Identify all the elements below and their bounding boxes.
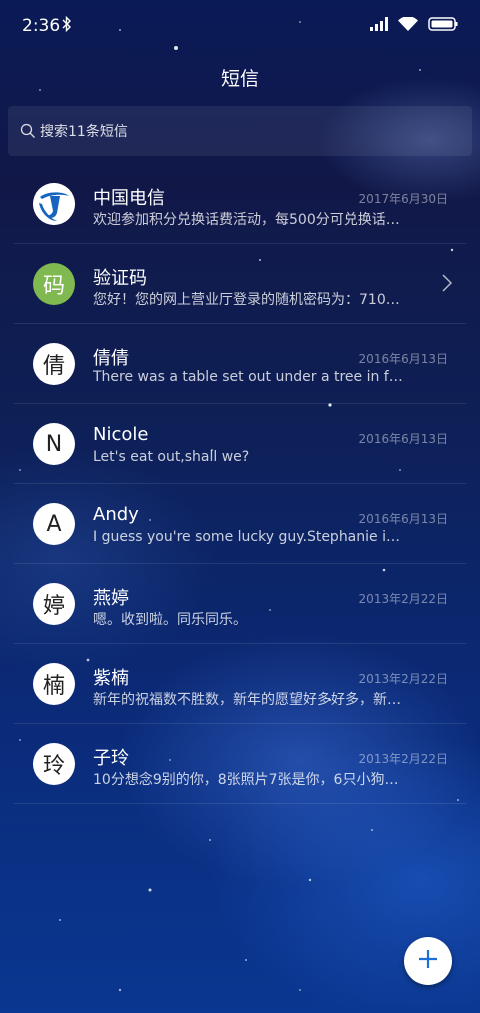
message-preview: 新年的祝福数不胜数，新年的愿望好多好多，新… bbox=[93, 692, 401, 708]
contact-name: 子玲 bbox=[93, 748, 129, 769]
conversation-item[interactable]: 玲 子玲 2013年2月22日 10分想念9别的你，8张照片7张是你，6只小狗5… bbox=[0, 724, 480, 804]
signal-icon bbox=[370, 16, 388, 35]
message-date: 2016年6月13日 bbox=[358, 352, 448, 366]
contact-name: 中国电信 bbox=[93, 188, 165, 209]
contact-name: 倩倩 bbox=[93, 348, 129, 369]
message-preview: Let's eat out,shall we? bbox=[93, 449, 250, 465]
conversation-item[interactable]: 楠 紫楠 2013年2月22日 新年的祝福数不胜数，新年的愿望好多好多，新… bbox=[0, 644, 480, 724]
contact-name: Nicole bbox=[93, 424, 149, 445]
message-date: 2016年6月13日 bbox=[358, 512, 448, 526]
battery-icon bbox=[428, 16, 458, 35]
avatar: 倩 bbox=[33, 343, 75, 385]
contact-name: 紫楠 bbox=[93, 668, 129, 689]
new-message-button[interactable] bbox=[404, 937, 452, 985]
message-preview: I guess you're some lucky guy.Stephanie … bbox=[93, 529, 403, 545]
status-bar: 2:36 bbox=[0, 0, 480, 52]
message-preview: 嗯。收到啦。同乐同乐。 bbox=[93, 612, 247, 628]
conversation-item[interactable]: A Andy 2016年6月13日 I guess you're some lu… bbox=[0, 484, 480, 564]
chevron-right-icon bbox=[442, 274, 453, 296]
conversation-item[interactable]: N Nicole 2016年6月13日 Let's eat out,shall … bbox=[0, 404, 480, 484]
avatar: A bbox=[33, 503, 75, 545]
contact-name: 燕婷 bbox=[93, 588, 129, 609]
status-time: 2:36 bbox=[22, 16, 61, 36]
avatar: 玲 bbox=[33, 743, 75, 785]
message-preview: 欢迎参加积分兑换话费活动，每500分可兑换话… bbox=[93, 212, 400, 228]
message-preview: There was a table set out under a tree i… bbox=[93, 369, 403, 385]
conversation-list: 中国电信 2017年6月30日 欢迎参加积分兑换话费活动，每500分可兑换话… … bbox=[0, 164, 480, 804]
contact-name: 验证码 bbox=[93, 268, 147, 289]
message-date: 2016年6月13日 bbox=[358, 432, 448, 446]
message-preview: 10分想念9别的你，8张照片7张是你，6只小狗5… bbox=[93, 772, 403, 788]
avatar: 婷 bbox=[33, 583, 75, 625]
search-bar[interactable]: 搜索11条短信 bbox=[8, 106, 472, 156]
message-date: 2013年2月22日 bbox=[358, 672, 448, 686]
message-preview: 您好！您的网上营业厅登录的随机密码为：7106… bbox=[93, 292, 403, 308]
contact-name: Andy bbox=[93, 504, 139, 525]
conversation-item[interactable]: 婷 燕婷 2013年2月22日 嗯。收到啦。同乐同乐。 bbox=[0, 564, 480, 644]
page-title: 短信 bbox=[220, 68, 259, 90]
china-telecom-logo-icon bbox=[33, 183, 75, 225]
wifi-icon bbox=[398, 16, 418, 35]
avatar: 码 bbox=[33, 263, 75, 305]
avatar: N bbox=[33, 423, 75, 465]
plus-icon bbox=[417, 948, 439, 974]
conversation-item[interactable]: 码 验证码 您好！您的网上营业厅登录的随机密码为：7106… bbox=[0, 244, 480, 324]
conversation-item[interactable]: 倩 倩倩 2016年6月13日 There was a table set ou… bbox=[0, 324, 480, 404]
message-date: 2013年2月22日 bbox=[358, 592, 448, 606]
conversation-item[interactable]: 中国电信 2017年6月30日 欢迎参加积分兑换话费活动，每500分可兑换话… bbox=[0, 164, 480, 244]
message-date: 2017年6月30日 bbox=[358, 192, 448, 206]
search-icon bbox=[20, 123, 36, 139]
bluetooth-icon bbox=[62, 15, 72, 36]
message-date: 2013年2月22日 bbox=[358, 752, 448, 766]
search-input[interactable]: 搜索11条短信 bbox=[40, 121, 128, 141]
avatar: 楠 bbox=[33, 663, 75, 705]
